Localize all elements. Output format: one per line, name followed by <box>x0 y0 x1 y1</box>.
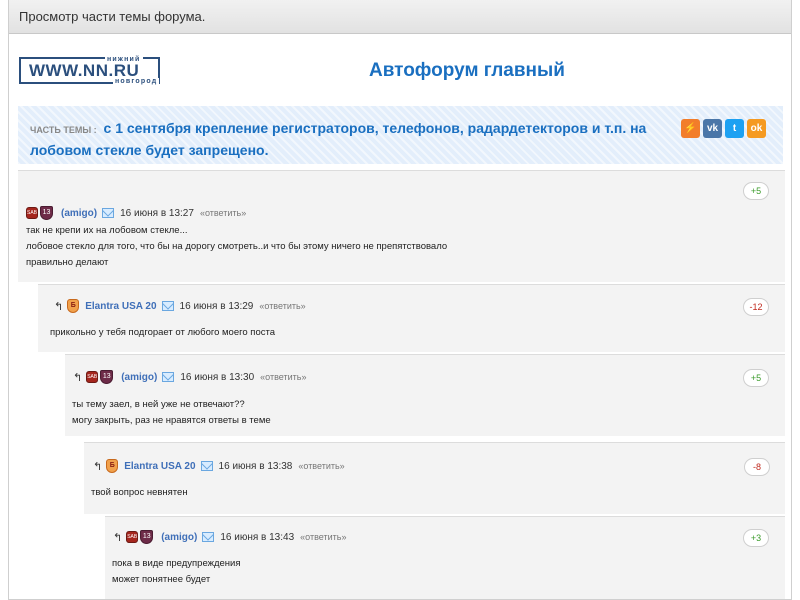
mail-icon[interactable] <box>200 461 213 471</box>
forum-post: -8 ↰ Б Elantra USA 20 16 июня в 13:38 «о… <box>84 442 785 514</box>
post-date: 16 июня в 13:29 <box>179 300 254 312</box>
car-avatar-icon: SAB <box>86 371 99 383</box>
post-header: ↰ SAB 13 (amigo) 16 июня в 13:43 «ответи… <box>113 530 346 544</box>
post-line: могу закрыть, раз не нравятся ответы в т… <box>72 415 271 426</box>
post-line: лобовое стекло для того, что бы на дорог… <box>26 241 448 252</box>
reply-arrow-icon: ↰ <box>113 531 123 544</box>
post-header: ↰ Б Elantra USA 20 16 июня в 13:29 «отве… <box>54 299 306 313</box>
post-body: так не крепи их на лобовом стекле... лоб… <box>26 223 447 271</box>
mail-icon[interactable] <box>102 208 115 218</box>
post-author[interactable]: Elantra USA 20 <box>124 461 195 472</box>
window-title: Просмотр части темы форума. <box>9 0 791 34</box>
topic-prefix: ЧАСТЬ ТЕМЫ : <box>30 125 97 135</box>
post-date: 16 июня в 13:27 <box>120 207 194 219</box>
post-header: ↰ SAB 13 (amigo) 16 июня в 13:30 «ответи… <box>73 370 306 384</box>
logo-bottom-text: новгород <box>113 78 160 85</box>
badge-avatar-icon: 13 <box>140 530 154 544</box>
mail-icon[interactable] <box>202 532 215 542</box>
reply-arrow-icon: ↰ <box>93 460 103 473</box>
post-line: ты тему заел, в ней уже не отвечают?? <box>72 399 245 410</box>
forum-post: +3 ↰ SAB 13 (amigo) 16 июня в 13:43 «отв… <box>105 516 785 599</box>
post-rating[interactable]: +3 <box>743 529 769 547</box>
share-lightning-icon[interactable]: ⚡ <box>681 119 700 138</box>
post-author[interactable]: (amigo) <box>161 532 197 543</box>
post-line: правильно делают <box>26 257 109 268</box>
site-logo[interactable]: нижний WWW.NN.RU новгород <box>19 56 160 85</box>
topic-title-text[interactable]: с 1 сентября крепление регистраторов, те… <box>30 120 646 158</box>
reply-link[interactable]: «ответить» <box>260 372 306 382</box>
reply-link[interactable]: «ответить» <box>259 301 305 311</box>
forum-post: +5 ↰ SAB 13 (amigo) 16 июня в 13:30 «отв… <box>65 354 785 436</box>
odnoklassniki-icon[interactable]: ok <box>747 119 766 138</box>
reply-arrow-icon: ↰ <box>73 371 83 384</box>
post-line: пока в виде предупреждения <box>112 558 241 569</box>
post-line: прикольно у тебя подгорает от любого мое… <box>50 327 276 338</box>
reply-arrow-icon: ↰ <box>54 300 64 313</box>
post-author[interactable]: (amigo) <box>61 208 97 219</box>
twitter-icon[interactable]: t <box>725 119 744 138</box>
post-line: может понятнее будет <box>112 574 211 585</box>
flag-avatar-icon: Б <box>106 459 119 473</box>
reply-link[interactable]: «ответить» <box>300 532 346 542</box>
post-header: ↰ Б Elantra USA 20 16 июня в 13:38 «отве… <box>93 459 345 473</box>
car-avatar-icon: SAB <box>26 207 38 219</box>
post-body: ты тему заел, в ней уже не отвечают?? мо… <box>72 397 271 429</box>
mail-icon[interactable] <box>161 301 174 311</box>
post-header: SAB 13 (amigo) 16 июня в 13:27 «ответить… <box>26 206 246 220</box>
badge-avatar-icon: 13 <box>40 206 53 220</box>
post-body: прикольно у тебя подгорает от любого мое… <box>50 325 275 341</box>
mail-icon[interactable] <box>162 372 175 382</box>
post-author[interactable]: (amigo) <box>121 372 157 383</box>
reply-link[interactable]: «ответить» <box>298 461 344 471</box>
post-author[interactable]: Elantra USA 20 <box>85 301 156 312</box>
reply-link[interactable]: «ответить» <box>200 208 246 218</box>
post-date: 16 июня в 13:30 <box>180 371 255 383</box>
forum-post: -12 ↰ Б Elantra USA 20 16 июня в 13:29 «… <box>38 284 785 352</box>
post-line: так не крепи их на лобовом стекле... <box>26 225 188 236</box>
vk-icon[interactable]: vk <box>703 119 722 138</box>
post-date: 16 июня в 13:38 <box>218 460 293 472</box>
post-rating[interactable]: -8 <box>744 458 770 476</box>
post-rating[interactable]: +5 <box>743 369 769 387</box>
post-rating[interactable]: +5 <box>743 182 769 200</box>
flag-avatar-icon: Б <box>67 299 80 313</box>
forum-post: +5 SAB 13 (amigo) 16 июня в 13:27 «ответ… <box>18 170 785 282</box>
post-line: твой вопрос невнятен <box>91 487 188 498</box>
forum-title[interactable]: Автофорум главный <box>369 60 565 82</box>
post-body: твой вопрос невнятен <box>91 485 188 501</box>
car-avatar-icon: SAB <box>126 531 139 543</box>
app-window: Просмотр части темы форума. нижний WWW.N… <box>8 0 792 600</box>
topic-title: ЧАСТЬ ТЕМЫ : с 1 сентября крепление реги… <box>30 118 670 160</box>
post-rating[interactable]: -12 <box>743 298 769 316</box>
badge-avatar-icon: 13 <box>100 370 114 384</box>
post-date: 16 июня в 13:43 <box>220 531 295 543</box>
topic-header: ЧАСТЬ ТЕМЫ : с 1 сентября крепление реги… <box>18 106 783 164</box>
post-body: пока в виде предупреждения может понятне… <box>112 556 241 588</box>
